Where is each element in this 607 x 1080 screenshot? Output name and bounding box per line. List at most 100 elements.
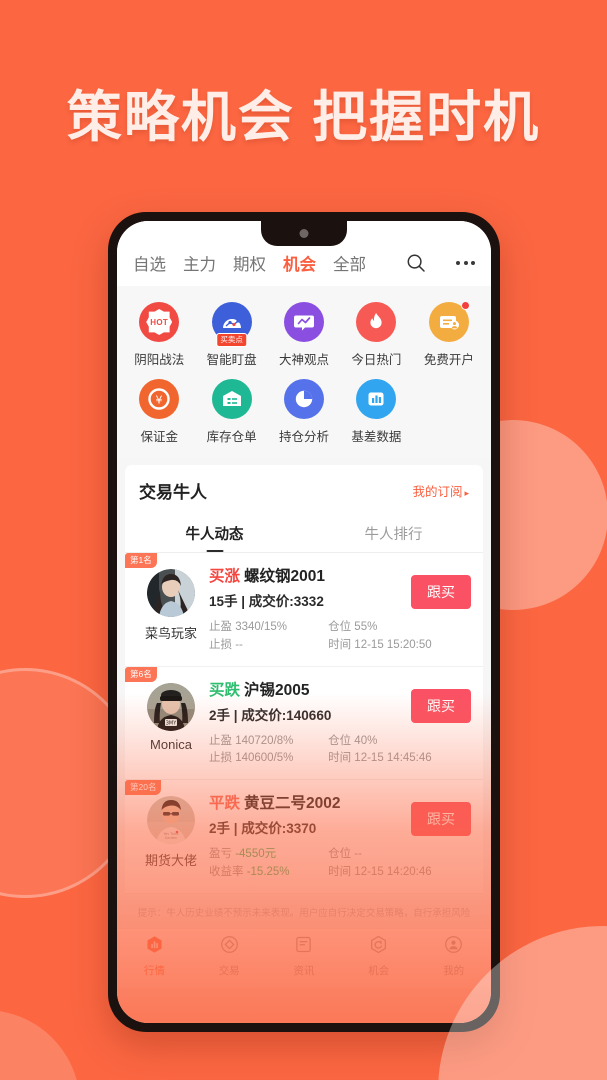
quick-entry-row-2: ¥ 保证金 库存仓单 持仓分析 基差数据 bbox=[123, 373, 485, 450]
avatar[interactable]: Yes Time Garden bbox=[147, 796, 195, 845]
svg-text:¥: ¥ bbox=[156, 394, 163, 407]
bottom-nav-item-jiaoyi[interactable]: 交易 bbox=[192, 935, 267, 978]
tab-zixuan[interactable]: 自选 bbox=[133, 251, 166, 275]
follow-buy-button[interactable]: 跟买 bbox=[411, 688, 471, 723]
metric-label: 止盈 bbox=[209, 621, 232, 633]
profile-icon bbox=[444, 935, 463, 959]
tab-quanbu[interactable]: 全部 bbox=[333, 251, 366, 275]
metrics-right-column: 仓位 40% 时间 12-15 14:45:46 bbox=[328, 733, 471, 769]
phone-frame: 自选 主力 期权 机会 全部 HOT 阴阳战法 买卖点 智能盯盘 大神观点 今日… bbox=[108, 212, 500, 1032]
metric-value: -15.25% bbox=[246, 866, 290, 879]
metric-value: 140600/5% bbox=[235, 752, 294, 765]
quick-entry-jichashuju[interactable]: 基差数据 bbox=[340, 373, 412, 450]
metric-label: 收益率 bbox=[209, 866, 244, 879]
bottom-nav-item-wode[interactable]: 我的 bbox=[416, 935, 491, 978]
quick-entry-baozhengjin[interactable]: ¥ 保证金 bbox=[123, 373, 195, 450]
bottom-nav-label: 交易 bbox=[218, 964, 240, 977]
quick-entry-zhinengdingpan[interactable]: 买卖点 智能盯盘 bbox=[195, 296, 267, 373]
margin-yuan-icon: ¥ bbox=[139, 379, 180, 419]
search-icon[interactable] bbox=[406, 253, 426, 273]
quick-entry-grid: HOT 阴阳战法 买卖点 智能盯盘 大神观点 今日热门 免费开户 ¥ 保证金 库… bbox=[117, 286, 491, 458]
bottom-nav-item-jihui[interactable]: 机会 bbox=[341, 935, 416, 978]
metric-time: 时间 12-15 14:45:46 bbox=[328, 750, 471, 768]
section-title: 交易牛人 bbox=[139, 483, 207, 502]
tab-qiquan[interactable]: 期权 bbox=[233, 251, 266, 275]
quick-entry-yinyangzhanfa[interactable]: HOT 阴阳战法 bbox=[123, 296, 195, 373]
trader-name: Monica bbox=[150, 736, 192, 752]
quick-entry-mianfeikaihu[interactable]: 免费开户 bbox=[413, 296, 485, 373]
trader-identity: Yes Time Garden 期货大佬 bbox=[135, 791, 207, 882]
warehouse-receipt-icon bbox=[211, 379, 252, 419]
metric-value: 140720/8% bbox=[235, 734, 294, 747]
metric-value: 12-15 14:20:46 bbox=[354, 866, 432, 879]
metric-return-rate: 收益率 -15.25% bbox=[209, 864, 328, 882]
subtab-niuren-paihang[interactable]: 牛人排行 bbox=[304, 514, 483, 552]
table-row[interactable]: 第1名 菜鸟玩家 买涨 螺纹钢2001 15手 | 成交价:3332 止盈 33… bbox=[125, 553, 483, 667]
metric-label: 仓位 bbox=[328, 848, 352, 861]
more-icon[interactable] bbox=[456, 261, 475, 265]
metric-time: 时间 12-15 15:20:50 bbox=[328, 637, 471, 655]
follow-buy-button[interactable]: 跟买 bbox=[411, 802, 471, 837]
trade-metrics: 止盈 140720/8% 止损 140600/5% 仓位 40% 时间 12-1… bbox=[209, 733, 471, 769]
metric-position: 仓位 -- bbox=[328, 846, 471, 864]
traders-subtabs: 牛人动态 牛人排行 bbox=[125, 514, 483, 553]
bottom-nav-label: 行情 bbox=[143, 964, 165, 977]
bottom-nav-item-zixun[interactable]: 资讯 bbox=[267, 935, 342, 978]
subtab-niuren-dongtai[interactable]: 牛人动态 bbox=[125, 514, 304, 552]
phone-notch bbox=[261, 221, 347, 246]
tab-zhuli[interactable]: 主力 bbox=[183, 251, 216, 275]
news-icon bbox=[294, 935, 313, 959]
opportunity-icon bbox=[369, 935, 388, 959]
bottom-nav-item-hangqing[interactable]: 行情 bbox=[117, 935, 192, 978]
quick-entry-label: 保证金 bbox=[140, 430, 178, 444]
quick-entry-dashenguandian[interactable]: 大神观点 bbox=[268, 296, 340, 373]
metric-value: -- bbox=[354, 848, 362, 861]
quick-entry-label: 持仓分析 bbox=[279, 430, 330, 444]
quick-entry-label: 智能盯盘 bbox=[206, 353, 257, 367]
trader-identity: 菜鸟玩家 bbox=[135, 564, 207, 655]
trader-name: 期货大佬 bbox=[144, 853, 197, 869]
table-row[interactable]: 第20名 Yes Time Garden 期货大佬 平跌 黄豆二号2002 2手… bbox=[125, 780, 483, 894]
notification-dot-icon bbox=[460, 301, 470, 310]
table-row[interactable]: 第6名 3MY Monica 买跌 沪锡2005 2手 | 成交价:140660… bbox=[125, 666, 483, 781]
open-account-icon bbox=[428, 301, 470, 342]
my-subscription-link[interactable]: 我的订阅 ▸ bbox=[412, 481, 469, 500]
metric-value: 12-15 15:20:50 bbox=[354, 638, 432, 651]
bottom-nav-label: 机会 bbox=[368, 964, 390, 977]
metric-label: 止损 bbox=[209, 638, 232, 651]
metric-label: 时间 bbox=[328, 638, 352, 651]
quick-entry-label: 库存仓单 bbox=[206, 430, 257, 444]
traders-section-header: 交易牛人 我的订阅 ▸ bbox=[125, 465, 483, 514]
metric-label: 仓位 bbox=[328, 621, 352, 633]
metric-take-profit: 止盈 3340/15% bbox=[209, 619, 328, 637]
follow-buy-button[interactable]: 跟买 bbox=[411, 575, 471, 609]
smart-monitor-icon: 买卖点 bbox=[211, 302, 252, 347]
svg-text:Garden: Garden bbox=[165, 836, 177, 840]
quick-entry-empty-slot bbox=[413, 373, 485, 450]
svg-text:3MY: 3MY bbox=[166, 720, 177, 726]
tab-jihui[interactable]: 机会 bbox=[283, 251, 316, 275]
metric-stop-loss: 止损 140600/5% bbox=[209, 750, 328, 768]
trade-direction: 买涨 bbox=[209, 568, 241, 585]
quick-entry-jinrirenmen[interactable]: 今日热门 bbox=[340, 296, 412, 373]
quick-entry-kucuncangdan[interactable]: 库存仓单 bbox=[195, 373, 267, 450]
flame-icon bbox=[356, 302, 397, 342]
page-title: 策略机会 把握时机 bbox=[66, 86, 541, 148]
avatar[interactable]: 3MY bbox=[147, 682, 195, 731]
metric-time: 时间 12-15 14:20:46 bbox=[328, 864, 471, 882]
metrics-right-column: 仓位 55% 时间 12-15 15:20:50 bbox=[328, 619, 471, 655]
rank-badge: 第20名 bbox=[125, 780, 162, 796]
metric-label: 盈亏 bbox=[209, 848, 232, 861]
contract-name: 黄豆二号2002 bbox=[244, 795, 341, 813]
metric-label: 止盈 bbox=[209, 734, 232, 747]
quick-entry-chicangfenxi[interactable]: 持仓分析 bbox=[268, 373, 340, 450]
phone-screen: 自选 主力 期权 机会 全部 HOT 阴阳战法 买卖点 智能盯盘 大神观点 今日… bbox=[117, 221, 491, 1023]
hot-icon: HOT bbox=[139, 302, 180, 342]
basis-data-icon bbox=[356, 379, 397, 419]
metric-take-profit: 止盈 140720/8% bbox=[209, 733, 328, 751]
metric-label: 时间 bbox=[328, 752, 352, 765]
quick-entry-label: 基差数据 bbox=[351, 430, 402, 444]
metric-value: 55% bbox=[354, 621, 378, 633]
avatar[interactable] bbox=[147, 569, 195, 617]
metric-value: 12-15 14:45:46 bbox=[354, 752, 432, 765]
